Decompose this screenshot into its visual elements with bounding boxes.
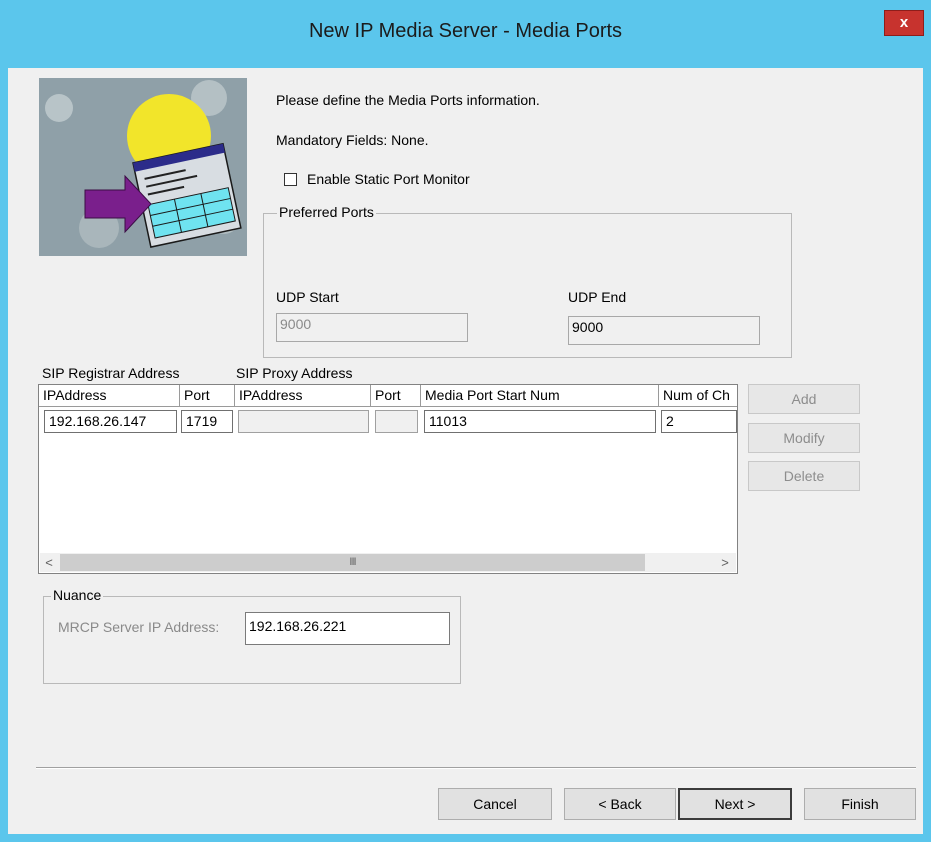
table-cell-proxy-ip[interactable] <box>238 410 369 433</box>
table-cell-proxy-port[interactable] <box>375 410 418 433</box>
nuance-title: Nuance <box>51 587 104 603</box>
scroll-left-icon[interactable]: < <box>40 553 58 572</box>
modify-button[interactable]: Modify <box>748 423 860 453</box>
mrcp-server-ip-field[interactable]: 192.168.26.221 <box>245 612 450 645</box>
udp-start-field[interactable]: 9000 <box>276 313 468 342</box>
back-button[interactable]: < Back <box>564 788 676 820</box>
column-header-proxy-port[interactable]: Port <box>371 385 421 407</box>
footer-separator <box>36 767 916 769</box>
media-ports-table[interactable]: IPAddress Port IPAddress Port Media Port… <box>38 384 738 574</box>
dialog-body: Please define the Media Ports informatio… <box>8 68 923 834</box>
column-header-num-channels[interactable]: Num of Ch <box>659 385 737 407</box>
sip-registrar-label: SIP Registrar Address <box>42 365 180 381</box>
table-cell-registrar-ip[interactable]: 192.168.26.147 <box>44 410 177 433</box>
sip-proxy-label: SIP Proxy Address <box>236 365 353 381</box>
static-port-monitor-checkbox[interactable] <box>284 173 297 186</box>
udp-start-label: UDP Start <box>276 289 339 305</box>
table-cell-media-port-start[interactable]: 11013 <box>424 410 656 433</box>
column-header-media-port-start[interactable]: Media Port Start Num <box>421 385 659 407</box>
udp-end-label: UDP End <box>568 289 627 305</box>
close-button[interactable]: x <box>884 10 924 36</box>
finish-button[interactable]: Finish <box>804 788 916 820</box>
delete-button[interactable]: Delete <box>748 461 860 491</box>
mrcp-server-label: MRCP Server IP Address: <box>58 619 220 635</box>
mandatory-fields-text: Mandatory Fields: None. <box>276 132 429 148</box>
add-button[interactable]: Add <box>748 384 860 414</box>
scroll-grip-icon: III <box>349 556 356 568</box>
udp-end-field[interactable]: 9000 <box>568 316 760 345</box>
scrollbar-thumb[interactable]: III <box>60 554 645 571</box>
title-bar[interactable]: New IP Media Server - Media Ports x <box>0 0 931 68</box>
column-header-proxy-ip[interactable]: IPAddress <box>235 385 371 407</box>
wizard-logo-image <box>39 78 247 256</box>
preferred-ports-title: Preferred Ports <box>277 204 376 220</box>
column-header-registrar-port[interactable]: Port <box>180 385 235 407</box>
column-header-registrar-ip[interactable]: IPAddress <box>39 385 180 407</box>
horizontal-scrollbar[interactable]: < III > <box>40 553 736 572</box>
cancel-button[interactable]: Cancel <box>438 788 552 820</box>
table-cell-num-channels[interactable]: 2 <box>661 410 737 433</box>
scroll-right-icon[interactable]: > <box>716 553 734 572</box>
static-port-monitor-label: Enable Static Port Monitor <box>307 171 470 187</box>
window-title: New IP Media Server - Media Ports <box>308 20 623 42</box>
next-button[interactable]: Next > <box>678 788 792 820</box>
intro-text: Please define the Media Ports informatio… <box>276 92 540 108</box>
table-cell-registrar-port[interactable]: 1719 <box>181 410 233 433</box>
